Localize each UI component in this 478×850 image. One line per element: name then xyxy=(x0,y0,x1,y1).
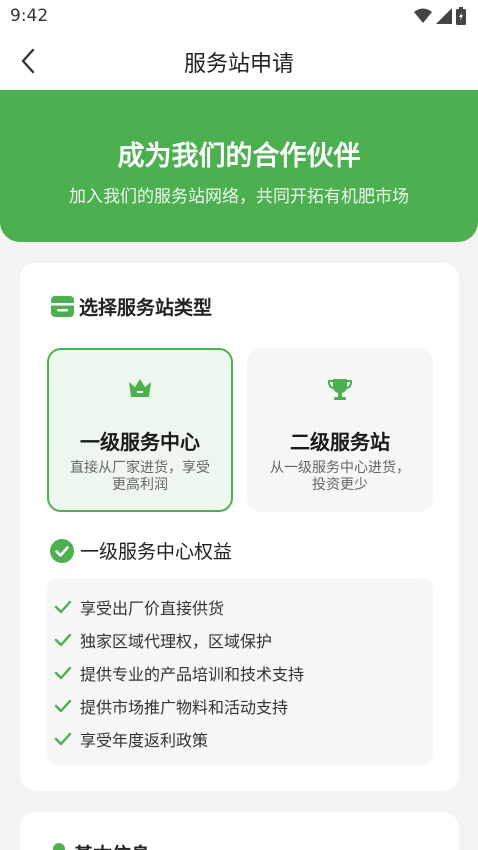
benefits-list: 享受出厂价直接供货 独家区域代理权，区域保护 提供专业的产品培训和技术支持 提供… xyxy=(46,578,433,765)
check-icon xyxy=(54,633,72,646)
nav-bar: 服务站申请 xyxy=(0,32,478,90)
wifi-icon xyxy=(414,8,432,23)
option-secondary-station[interactable]: 二级服务站 从一级服务中心进货，投资更少 xyxy=(247,348,433,512)
benefit-text: 提供专业的产品培训和技术支持 xyxy=(80,664,305,684)
signal-icon xyxy=(436,8,452,24)
section-header-basic-info: 基本信息 xyxy=(50,840,150,850)
benefit-text: 提供市场推广物料和活动支持 xyxy=(80,697,289,717)
option-primary-center[interactable]: 一级服务中心 直接从厂家进货，享受更高利润 xyxy=(47,348,233,512)
check-icon xyxy=(54,732,72,745)
section-header-station-type: 选择服务站类型 xyxy=(50,293,212,320)
benefit-item: 享受出厂价直接供货 xyxy=(46,590,433,623)
benefits-header: 一级服务中心权益 xyxy=(50,537,232,564)
benefit-item: 提供专业的产品培训和技术支持 xyxy=(46,656,433,689)
benefit-text: 享受年度返利政策 xyxy=(80,730,209,750)
option-description: 直接从厂家进货，享受更高利润 xyxy=(70,460,210,493)
trophy-icon xyxy=(327,379,353,400)
benefit-text: 享受出厂价直接供货 xyxy=(80,598,225,618)
check-icon xyxy=(54,600,72,613)
basic-info-card: 基本信息 xyxy=(20,812,459,850)
check-circle-icon xyxy=(50,538,74,563)
option-description: 从一级服务中心进货，投资更少 xyxy=(270,460,410,493)
status-bar: 9:42 xyxy=(0,0,478,32)
option-title: 一级服务中心 xyxy=(80,430,200,454)
station-type-card: 选择服务站类型 一级服务中心 直接从厂家进货，享受更高利润 二级服务站 从一级服… xyxy=(20,263,459,791)
benefit-text: 独家区域代理权，区域保护 xyxy=(80,631,273,651)
section-title-station-type: 选择服务站类型 xyxy=(79,297,213,319)
user-icon xyxy=(53,842,65,850)
hero-banner: 成为我们的合作伙伴 加入我们的服务站网络，共同开拓有机肥市场 xyxy=(0,90,478,242)
check-icon xyxy=(54,666,72,679)
page-title: 服务站申请 xyxy=(183,52,294,77)
hero-subtitle: 加入我们的服务站网络，共同开拓有机肥市场 xyxy=(69,187,409,207)
battery-icon xyxy=(456,7,466,25)
option-title: 二级服务站 xyxy=(290,430,390,454)
benefit-item: 独家区域代理权，区域保护 xyxy=(46,623,433,656)
hero-title: 成为我们的合作伙伴 xyxy=(117,141,361,172)
section-title-basic-info: 基本信息 xyxy=(74,840,150,850)
benefits-title: 一级服务中心权益 xyxy=(80,541,233,563)
check-icon xyxy=(54,699,72,712)
benefit-item: 享受年度返利政策 xyxy=(46,722,433,755)
benefit-item: 提供市场推广物料和活动支持 xyxy=(46,689,433,722)
status-icons xyxy=(414,7,466,25)
status-time: 9:42 xyxy=(10,6,49,26)
crown-icon xyxy=(129,379,151,397)
store-icon xyxy=(51,296,74,317)
